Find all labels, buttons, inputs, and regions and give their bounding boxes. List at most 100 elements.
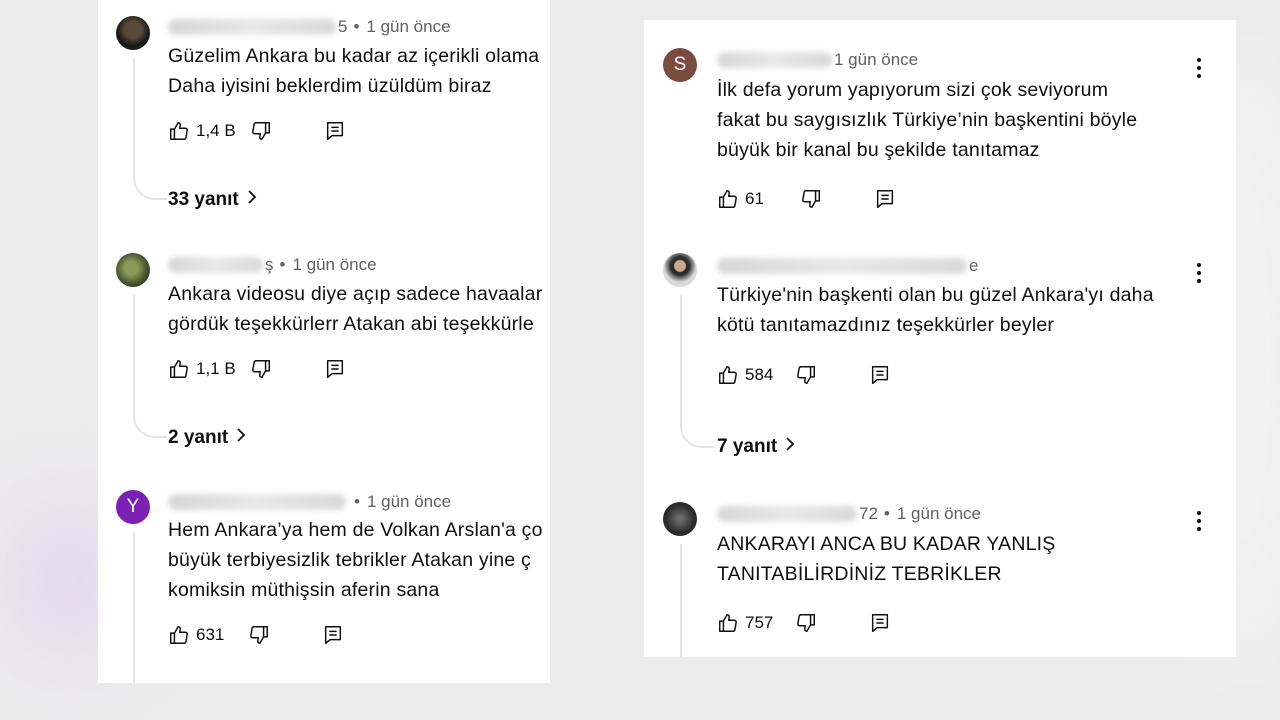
comment-line: Güzelim Ankara bu kadar az içerikli olam… [168,45,540,67]
comment-line: büyük bir kanal bu şekilde tanıtamaz [717,139,1040,161]
avatar[interactable] [663,253,697,287]
thumbs-down-icon[interactable] [795,612,817,634]
comment-line: ANKARAYI ANCA BU KADAR YANLIŞ [717,533,1056,555]
comment-line: Hem Ankara’ya hem de Volkan Arslan'a ço [168,519,543,541]
thumbs-down-icon[interactable] [795,364,817,386]
comment-text: Hem Ankara’ya hem de Volkan Arslan'a ço … [168,515,543,605]
more-vert-icon[interactable] [1196,58,1202,78]
comment-meta: ş • 1 gün önce [168,255,377,275]
thumbs-down-icon[interactable] [250,358,272,380]
comment-actions: 584 [717,364,891,386]
chevron-right-icon [228,427,246,449]
chevron-right-icon [239,189,257,211]
comment-actions: 61 [717,188,896,210]
replies-label: 33 yanıt [168,189,239,210]
comment-text: Türkiye'nin başkenti olan bu güzel Ankar… [717,280,1154,340]
comment-time: 1 gün önce [366,492,452,511]
comment-actions: 631 [168,624,344,646]
comment-text: ANKARAYI ANCA BU KADAR YANLIŞ TANITABİLİ… [717,529,1056,589]
comment-meta: e [717,256,978,276]
like-count: 584 [745,365,774,384]
comment-line: İlk defa yorum yapıyorum sizi çok seviyo… [717,79,1109,101]
like-count: 757 [745,613,774,632]
thumbs-up-icon[interactable] [717,188,739,210]
comment-line: gördük teşekkürlerr Atakan abi teşekkürl… [168,313,534,335]
replies-label: 7 yanıt [717,436,778,457]
comment-actions: 757 [717,612,891,634]
thread-line [133,404,167,438]
comment-reply-icon[interactable] [322,624,344,646]
thumbs-down-icon[interactable] [248,624,270,646]
comment-line: Ankara videosu diye açıp sadece havaalar [168,283,543,305]
avatar[interactable]: Y [116,490,150,524]
thread-line [680,295,682,415]
comment-text: Ankara videosu diye açıp sadece havaalar… [168,279,542,339]
comment-actions: 1,4 B [168,120,346,142]
blurred-username [168,494,346,510]
blurred-username [717,258,967,274]
thread-line [133,295,135,405]
avatar[interactable] [663,502,697,536]
comments-panel-right: S 1 gün önce İlk defa yorum yapıyorum si… [644,20,1236,657]
comment-time: 1 gün önce [292,255,377,274]
comment-meta: • 1 gün önce [168,492,451,512]
comment-reply-icon[interactable] [324,120,346,142]
thumbs-up-icon[interactable] [717,612,739,634]
replies-button[interactable]: 33 yanıt [168,189,257,211]
thumbs-up-icon[interactable] [168,120,190,142]
thumbs-up-icon[interactable] [717,364,739,386]
chevron-right-icon [777,436,795,458]
thumbs-down-icon[interactable] [250,120,272,142]
thumbs-down-icon[interactable] [800,188,822,210]
thread-line [133,58,135,168]
comments-panel-left: 5 • 1 gün önce Güzelim Ankara bu kadar az … [98,0,550,683]
like-count: 631 [196,625,225,644]
blurred-username [168,257,263,273]
comment-meta: 1 gün önce [717,50,918,70]
avatar-letter: Y [126,496,140,517]
comment-line: Daha iyisini beklerdim üzüldüm biraz [168,75,492,97]
replies-button[interactable]: 7 yanıt [717,436,795,458]
comment-time: 1 gün önce [896,504,982,523]
comment-meta: 5 • 1 gün önce [168,17,451,37]
username-fragment: 5 [338,17,348,36]
comment-reply-icon[interactable] [874,188,896,210]
blurred-username [717,506,857,522]
comment-actions: 1,1 B [168,358,346,380]
comment-reply-icon[interactable] [869,612,891,634]
thread-line [680,544,682,657]
comment-text: İlk defa yorum yapıyorum sizi çok seviyo… [717,75,1137,165]
comment-meta: 72 • 1 gün önce [717,504,981,524]
thumbs-up-icon[interactable] [168,624,190,646]
avatar[interactable]: S [663,48,697,82]
avatar-letter: S [673,54,687,75]
comment-line: büyük terbiyesizlik tebrikler Atakan yin… [168,549,532,571]
avatar[interactable] [116,253,150,287]
username-fragment: 72 [859,504,878,523]
thread-line [133,166,167,200]
comment-line: TANITABİLİRDİNİZ TEBRİKLER [717,563,1002,585]
comment-time: e [969,256,979,275]
comment-line: komiksin müthişsin aferin sana [168,579,440,601]
thread-line [680,414,714,448]
comment-reply-icon[interactable] [324,358,346,380]
thumbs-up-icon[interactable] [168,358,190,380]
comment-line: Türkiye'nin başkenti olan bu güzel Ankar… [717,284,1154,306]
blurred-username [168,19,336,35]
blurred-username [717,52,832,68]
replies-label: 2 yanıt [168,427,229,448]
comment-reply-icon[interactable] [869,364,891,386]
comment-time: 1 gün önce [366,17,451,36]
comment-text: Güzelim Ankara bu kadar az içerikli olam… [168,41,539,101]
comment-time: 1 gün önce [834,50,919,69]
comment-line: kötü tanıtamazdınız teşekkürler beyler [717,314,1055,336]
thread-line [133,532,135,683]
more-vert-icon[interactable] [1196,263,1202,283]
like-count: 1,1 B [196,359,236,378]
avatar[interactable] [116,16,150,50]
comment-line: fakat bu saygısızlık Türkiye’nin başkent… [717,109,1138,131]
like-count: 61 [745,189,764,208]
like-count: 1,4 B [196,121,236,140]
more-vert-icon[interactable] [1196,511,1202,531]
replies-button[interactable]: 2 yanıt [168,427,246,449]
